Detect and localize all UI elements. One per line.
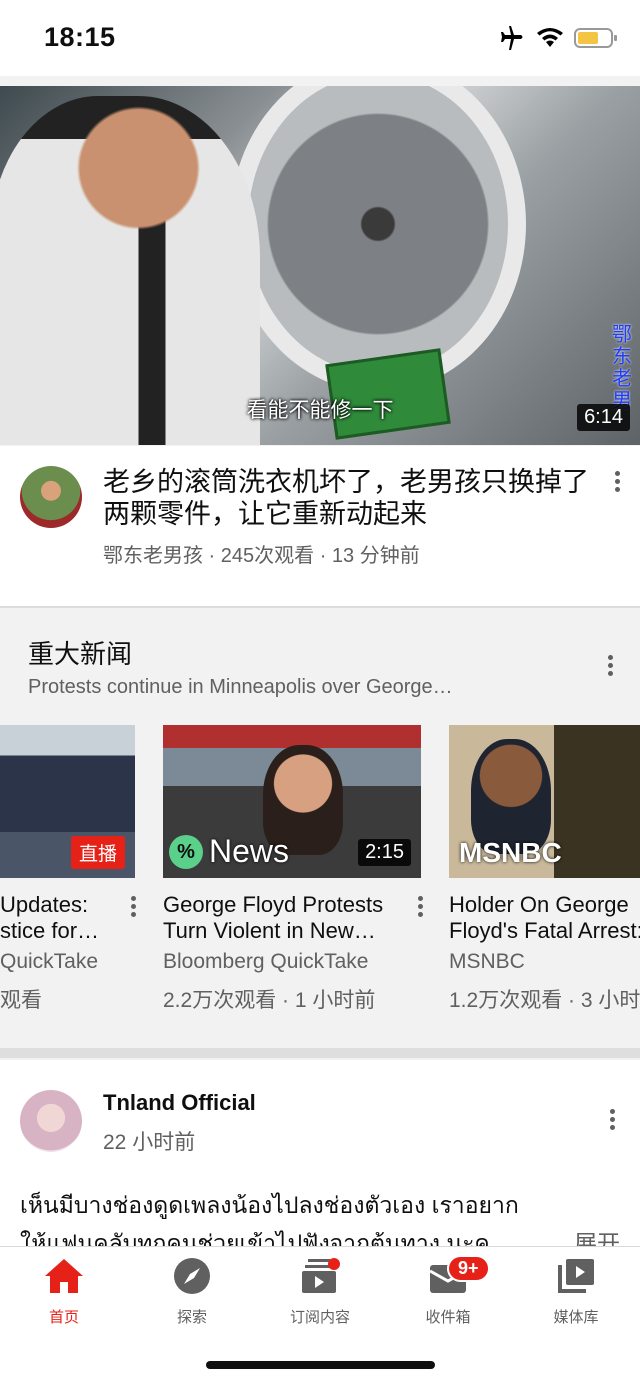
post-author-avatar[interactable] <box>20 1090 82 1152</box>
subscriptions-icon <box>302 1258 340 1293</box>
news-card-stats: 观看 <box>0 989 42 1012</box>
wifi-icon <box>537 28 563 47</box>
msnbc-logo: MSNBC <box>459 837 562 868</box>
status-bar: 18:15 <box>0 0 640 76</box>
news-card-title[interactable]: Holder On George Floyd's Fatal Arrest: <box>449 892 640 944</box>
news-subheading: Protests continue in Minneapolis over Ge… <box>28 676 453 698</box>
news-card-channel: QuickTake <box>0 950 99 973</box>
news-card-stats: 2.2万次观看 · 1 小时前 <box>163 989 376 1012</box>
battery-icon <box>574 28 617 48</box>
inbox-badge: 9+ <box>447 1255 490 1282</box>
news-heading: 重大新闻 <box>28 639 133 669</box>
news-card-thumbnail[interactable]: 直播 <box>0 725 135 878</box>
video-caption: 看能不能修一下 <box>246 399 394 422</box>
news-card-channel: Bloomberg QuickTake <box>163 950 369 973</box>
tab-explore[interactable]: 探索 <box>128 1257 256 1327</box>
channel-avatar[interactable] <box>20 466 82 528</box>
tab-home[interactable]: 首页 <box>0 1257 128 1327</box>
news-more-icon[interactable] <box>600 652 620 682</box>
post-more-icon[interactable] <box>602 1106 622 1136</box>
news-overlay: % News <box>169 833 289 870</box>
card-more-icon[interactable] <box>123 893 143 923</box>
live-badge: 直播 <box>70 836 125 869</box>
news-card-title[interactable]: George Floyd Protests Turn Violent in New… <box>163 892 408 944</box>
home-icon <box>45 1259 83 1293</box>
status-time: 18:15 <box>44 22 116 52</box>
news-card-channel: MSNBC <box>449 950 525 973</box>
community-post: Tnland Official 22 小时前 เห็นมีบางช่องดูดเ… <box>0 1060 640 1256</box>
video-title[interactable]: 老乡的滚筒洗衣机坏了，老男孩只换掉了两颗零件，让它重新动起来 <box>103 466 603 530</box>
status-icons <box>498 26 618 50</box>
post-author[interactable]: Tnland Official <box>103 1090 256 1116</box>
divider <box>0 606 640 608</box>
featured-video-thumbnail[interactable]: 看能不能修一下 鄂东老男 6:14 <box>0 86 640 445</box>
section-divider <box>0 1048 640 1058</box>
more-options-icon[interactable] <box>607 468 627 498</box>
airplane-icon <box>501 26 523 50</box>
video-duration: 2:15 <box>358 839 411 866</box>
tab-library[interactable]: 媒体库 <box>512 1257 640 1327</box>
news-card-thumbnail[interactable]: % News 2:15 <box>163 725 421 878</box>
post-time: 22 小时前 <box>103 1131 196 1154</box>
tab-subscriptions[interactable]: 订阅内容 <box>256 1257 384 1327</box>
news-card-stats: 1.2万次观看 · 3 小时 <box>449 989 640 1012</box>
percent-icon: % <box>169 834 203 869</box>
card-more-icon[interactable] <box>410 893 430 923</box>
home-indicator <box>206 1361 435 1369</box>
video-meta: 鄂东老男孩 · 245次观看 · 13 分钟前 <box>103 545 420 567</box>
explore-icon <box>174 1258 210 1294</box>
video-duration: 6:14 <box>577 404 630 431</box>
library-icon <box>558 1259 594 1293</box>
news-card-thumbnail[interactable]: MSNBC <box>449 725 640 878</box>
tab-inbox[interactable]: 9+ 收件箱 <box>384 1255 512 1327</box>
news-card-title[interactable]: Updates: stice for… <box>0 892 120 944</box>
channel-watermark: 鄂东老男 <box>612 324 632 412</box>
